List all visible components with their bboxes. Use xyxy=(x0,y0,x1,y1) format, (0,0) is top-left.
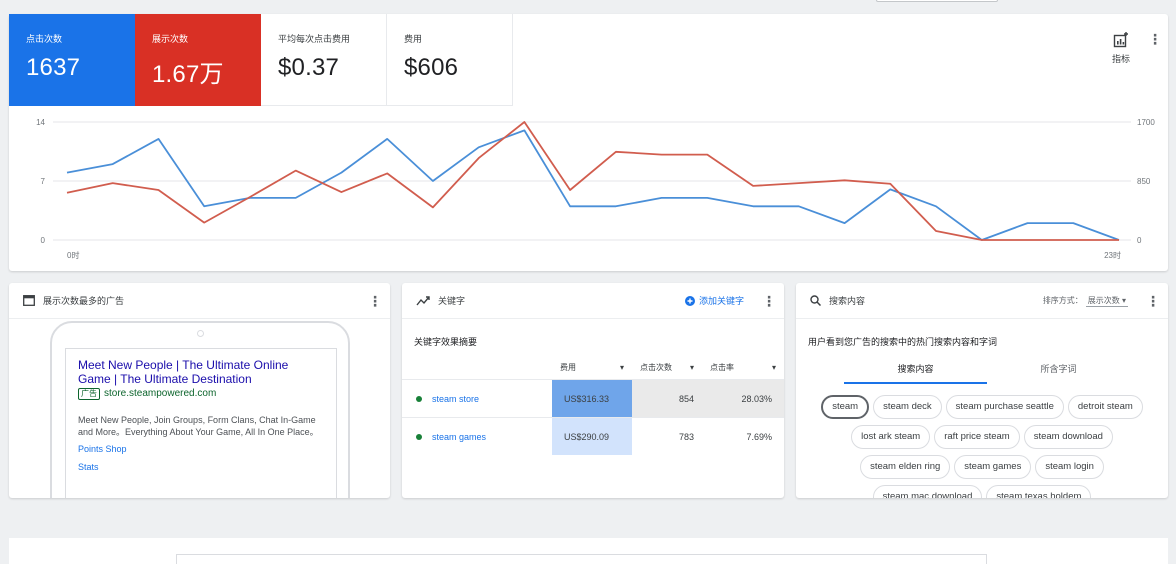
table-row[interactable]: steam games US$290.09 783 7.69% xyxy=(402,417,784,455)
ad-badge: 广告 xyxy=(78,388,100,400)
ad-preview[interactable]: Meet New People | The Ultimate Online Ga… xyxy=(65,348,337,498)
table-header: 费用 ▾ 点击次数 ▾ 点击率 ▾ xyxy=(402,355,784,379)
search-term-chip[interactable]: steam games xyxy=(954,455,1032,479)
search-term-chip[interactable]: steam deck xyxy=(873,395,942,419)
more-options-icon[interactable]: ⋮ xyxy=(368,294,382,308)
search-terms-card: 搜索内容 排序方式： 展示次数 ▾ ⋮ 用户看到您广告的搜索中的热门搜索内容和字… xyxy=(796,283,1168,498)
ad-headline[interactable]: Meet New People | The Ultimate Online Ga… xyxy=(78,358,324,386)
search-term-chip[interactable]: steam login xyxy=(1035,455,1104,479)
metric-clicks[interactable]: 点击次数 1637 xyxy=(9,14,135,106)
y-right-tick-label: 0 xyxy=(1137,236,1142,245)
phone-camera-dot xyxy=(197,330,204,337)
keywords-subtitle: 关键字效果摘要 xyxy=(414,337,478,347)
tab-search-terms[interactable]: 搜索内容 xyxy=(844,360,987,384)
col-ctr-header[interactable]: 点击率 ▾ xyxy=(702,355,784,379)
column-label: 费用 xyxy=(560,362,576,372)
metric-label: 费用 xyxy=(404,34,423,44)
table-row[interactable]: steam store US$316.33 854 28.03% xyxy=(402,379,784,417)
top-ads-card: 展示次数最多的广告 ⋮ Meet New People | The Ultima… xyxy=(9,283,390,498)
keywords-table: 费用 ▾ 点击次数 ▾ 点击率 ▾ steam store US$316.33 854… xyxy=(402,355,784,455)
chart-add-icon xyxy=(1113,32,1128,48)
x-end-tick-label: 23时 xyxy=(1104,250,1121,260)
performance-line-chart: 14 1700 7 850 0 0 0时 23时 xyxy=(36,118,1155,260)
metric-impressions[interactable]: 展示次数 1.67万 xyxy=(135,14,261,106)
y-left-tick-label: 7 xyxy=(41,177,46,186)
sort-value: 展示次数 xyxy=(1087,295,1120,305)
ctr-cell: 7.69% xyxy=(746,431,772,442)
top-dropdown-stub[interactable] xyxy=(876,0,998,2)
sort-label: 排序方式： xyxy=(1042,296,1083,305)
next-section-field[interactable] xyxy=(176,554,987,564)
status-enabled-icon xyxy=(416,433,422,440)
metric-value: 1637 xyxy=(26,54,81,81)
keyword-link[interactable]: steam store xyxy=(432,394,479,404)
sort-control[interactable]: 排序方式： 展示次数 ▾ xyxy=(1043,295,1128,307)
search-term-chip[interactable]: steam texas holdem xyxy=(986,485,1092,498)
metric-value: $606 xyxy=(404,54,459,81)
metric-label: 平均每次点击费用 xyxy=(278,34,351,44)
search-term-chip[interactable]: lost ark steam xyxy=(851,425,931,449)
card-title: 展示次数最多的广告 xyxy=(43,296,125,306)
ad-description: Meet New People, Join Groups, Form Clans… xyxy=(78,415,319,437)
tab-contained-words[interactable]: 所含字词 xyxy=(987,360,1130,384)
column-label: 点击率 xyxy=(710,362,734,372)
search-term-chip[interactable]: steam purchase seattle xyxy=(945,395,1064,419)
keyword-trend-icon xyxy=(416,295,430,307)
caret-down-icon: ▾ xyxy=(1121,295,1126,305)
add-keyword-label: 添加关键字 xyxy=(698,296,744,306)
clicks-cell: 854 xyxy=(632,380,702,417)
ad-url-text: store.steampowered.com xyxy=(104,388,217,399)
caret-down-icon: ▾ xyxy=(771,362,776,372)
caret-down-icon: ▾ xyxy=(689,362,694,372)
ad-sitelink[interactable]: Stats xyxy=(78,462,324,472)
y-left-tick-label: 0 xyxy=(41,236,46,245)
keywords-card: 关键字 添加关键字 ⋮ 关键字效果摘要 费用 ▾ 点击次数 ▾ 点击率 ▾ steam… xyxy=(402,283,784,498)
clicks-series-line xyxy=(66,129,1120,241)
performance-card: 点击次数 1637 展示次数 1.67万 平均每次点击费用 $0.37 费用 $… xyxy=(9,14,1168,271)
caret-down-icon: ▾ xyxy=(619,362,624,372)
search-term-chip[interactable]: steam mac download xyxy=(872,485,983,498)
metric-value: 1.67万 xyxy=(152,61,224,88)
cost-cell: US$290.09 xyxy=(552,418,632,455)
status-enabled-icon xyxy=(416,395,422,402)
col-clicks-header[interactable]: 点击次数 ▾ xyxy=(632,355,702,379)
search-term-chip[interactable]: raft price steam xyxy=(934,425,1020,449)
ad-display-url: 广告 store.steampowered.com xyxy=(78,388,324,400)
clicks-cell: 783 xyxy=(678,431,694,442)
y-left-tick-label: 14 xyxy=(36,118,45,127)
search-terms-description: 用户看到您广告的搜索中的热门搜索内容和字词 xyxy=(808,337,998,347)
metrics-button[interactable]: 指标 xyxy=(1112,32,1130,65)
search-term-chips: steam steam deck steam purchase seattle det… xyxy=(812,395,1152,498)
sort-select[interactable]: 展示次数 ▾ xyxy=(1085,295,1128,307)
search-icon xyxy=(810,295,821,306)
add-keyword-button[interactable]: 添加关键字 xyxy=(684,294,744,307)
metric-value: $0.37 xyxy=(278,54,340,81)
y-right-tick-label: 850 xyxy=(1137,177,1151,186)
y-right-tick-label: 1700 xyxy=(1137,118,1155,127)
metric-avg-cpc[interactable]: 平均每次点击费用 $0.37 xyxy=(261,14,387,106)
more-options-icon[interactable]: ⋮ xyxy=(762,294,776,308)
col-cost-header[interactable]: 费用 ▾ xyxy=(552,355,632,379)
cost-cell: US$316.33 xyxy=(552,380,632,417)
metric-label: 点击次数 xyxy=(26,34,63,44)
card-title: 搜索内容 xyxy=(829,296,866,306)
search-term-chip[interactable]: steam download xyxy=(1023,425,1113,449)
x-start-tick-label: 0时 xyxy=(67,250,79,260)
keyword-link[interactable]: steam games xyxy=(432,432,486,442)
phone-preview: Meet New People | The Ultimate Online Ga… xyxy=(50,321,350,498)
column-label: 点击次数 xyxy=(640,362,672,372)
more-options-icon[interactable]: ⋮ xyxy=(1146,294,1160,308)
more-options-icon[interactable]: ⋮ xyxy=(1148,32,1162,46)
metrics-button-label: 指标 xyxy=(1111,54,1130,64)
search-term-chip[interactable]: steam xyxy=(821,395,870,419)
ctr-cell: 28.03% xyxy=(702,380,784,417)
metric-label: 展示次数 xyxy=(152,34,189,44)
search-term-chip[interactable]: detroit steam xyxy=(1067,395,1143,419)
card-title: 关键字 xyxy=(438,296,466,306)
metric-cost[interactable]: 费用 $606 xyxy=(387,14,513,106)
ad-sitelink[interactable]: Points Shop xyxy=(78,444,324,454)
add-circle-icon xyxy=(684,295,695,306)
search-term-chip[interactable]: steam elden ring xyxy=(860,455,951,479)
ad-window-icon xyxy=(23,295,35,306)
